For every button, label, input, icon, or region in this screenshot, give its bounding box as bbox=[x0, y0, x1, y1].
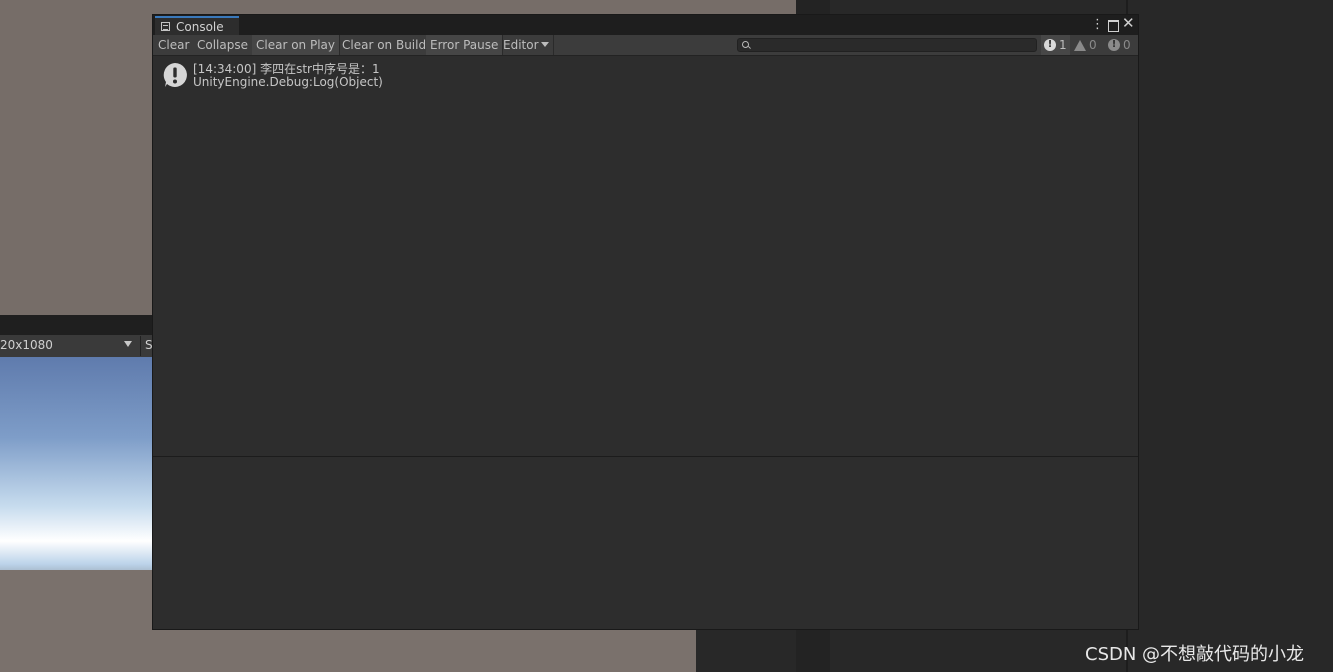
warning-count: 0 bbox=[1089, 38, 1097, 52]
error-pause-toggle[interactable]: Error Pause bbox=[426, 35, 504, 55]
error-count-toggle[interactable]: ! 0 bbox=[1105, 35, 1134, 55]
chevron-down-icon bbox=[124, 341, 132, 347]
warning-count-toggle[interactable]: 0 bbox=[1071, 35, 1100, 55]
more-options-icon[interactable]: ⋮ bbox=[1091, 17, 1104, 33]
console-window: Console ⋮ ✕ Clear Collapse Clear on Play… bbox=[152, 14, 1139, 630]
close-icon[interactable]: ✕ bbox=[1122, 15, 1135, 31]
dark-panel-strip bbox=[696, 628, 796, 672]
search-input[interactable] bbox=[737, 38, 1037, 52]
search-icon bbox=[742, 41, 749, 48]
tab-console-label: Console bbox=[176, 19, 224, 34]
editor-dropdown[interactable]: Editor bbox=[499, 35, 554, 55]
clear-on-play-toggle[interactable]: Clear on Play bbox=[252, 35, 340, 55]
info-count-toggle[interactable]: ! 1 bbox=[1041, 35, 1070, 55]
clear-button[interactable]: Clear bbox=[154, 35, 193, 55]
error-count: 0 bbox=[1123, 38, 1131, 52]
info-icon bbox=[163, 63, 187, 87]
warning-icon bbox=[1074, 39, 1086, 51]
tab-console[interactable]: Console bbox=[155, 16, 239, 35]
console-list-icon bbox=[161, 22, 170, 31]
game-view-header bbox=[0, 315, 153, 335]
collapse-button[interactable]: Collapse bbox=[193, 35, 253, 55]
info-count: 1 bbox=[1059, 38, 1067, 52]
editor-dropdown-label: Editor bbox=[503, 38, 539, 52]
game-view-skybox bbox=[0, 357, 153, 587]
log-detail-panel[interactable] bbox=[153, 457, 1138, 629]
console-tab-bar: Console ⋮ ✕ bbox=[153, 15, 1138, 35]
chevron-down-icon bbox=[540, 42, 549, 47]
info-icon: ! bbox=[1044, 39, 1056, 51]
clear-on-build-toggle[interactable]: Clear on Build bbox=[338, 35, 432, 55]
watermark-text: CSDN @不想敲代码的小龙 bbox=[1085, 644, 1305, 665]
error-icon: ! bbox=[1108, 39, 1120, 51]
log-stack-trace: UnityEngine.Debug:Log(Object) bbox=[193, 75, 383, 89]
maximize-icon[interactable] bbox=[1108, 20, 1119, 32]
console-toolbar: Clear Collapse Clear on Play Clear on Bu… bbox=[153, 35, 1138, 56]
log-entry[interactable]: [14:34:00] 李四在str中序号是：1 UnityEngine.Debu… bbox=[153, 57, 1138, 91]
console-log-list[interactable]: [14:34:00] 李四在str中序号是：1 UnityEngine.Debu… bbox=[153, 57, 1138, 456]
game-view-resolution-dropdown[interactable]: 20x1080 bbox=[0, 338, 53, 352]
toolbar-divider bbox=[140, 336, 141, 356]
